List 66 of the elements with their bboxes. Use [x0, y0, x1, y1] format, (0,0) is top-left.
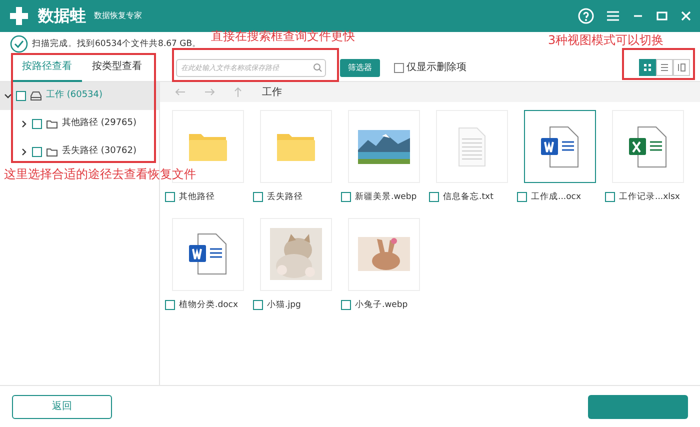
- file-thumbnail[interactable]: [524, 110, 596, 183]
- folder-icon: [188, 132, 228, 162]
- annotation-text: 直接在搜索框查询文件更快: [211, 28, 355, 45]
- tree-item[interactable]: 工作 (60534): [0, 82, 159, 110]
- checkbox[interactable]: [253, 300, 263, 310]
- chevron-down-icon[interactable]: [4, 92, 12, 100]
- checkbox[interactable]: [32, 119, 42, 129]
- text-file-icon: [458, 126, 486, 166]
- excel-document-icon: [628, 126, 668, 168]
- file-name: 工作记录...xlsx: [619, 191, 680, 204]
- checkbox[interactable]: [165, 300, 175, 310]
- chevron-right-icon[interactable]: [20, 148, 28, 156]
- checkbox-label: 仅显示删除项: [406, 61, 466, 75]
- view-mode-button[interactable]: [673, 59, 690, 76]
- checkbox[interactable]: [16, 91, 26, 101]
- help-icon[interactable]: [578, 8, 594, 24]
- check-circle-icon: [10, 35, 28, 53]
- view-mode-button[interactable]: [656, 59, 673, 76]
- list-view-icon: [660, 63, 669, 72]
- search-icon: [313, 63, 322, 72]
- logo-icon: [8, 5, 30, 27]
- detail-view-icon: [677, 63, 686, 72]
- folder-icon: [46, 147, 58, 157]
- view-mode-button[interactable]: [639, 59, 656, 76]
- file-name: 小猫.jpg: [267, 298, 301, 312]
- filter-button[interactable]: 筛选器: [340, 58, 380, 76]
- status-text: 扫描完成。找到60534个文件共8.67 GB。: [32, 38, 202, 50]
- menu-icon[interactable]: [606, 10, 620, 22]
- word-document-icon: [540, 126, 580, 168]
- file-name: 新疆美景.webp: [355, 191, 417, 204]
- app-name: 数据蛙: [38, 5, 86, 27]
- checkbox[interactable]: [253, 192, 263, 202]
- view-tab[interactable]: 按类型查看: [82, 53, 152, 82]
- breadcrumb-text: 工作: [262, 86, 282, 100]
- checkbox[interactable]: [341, 192, 351, 202]
- checkbox[interactable]: [341, 300, 351, 310]
- action-button[interactable]: [588, 394, 688, 418]
- tree-item[interactable]: 丢失路径 (30762): [0, 138, 159, 166]
- maximize-icon[interactable]: [656, 10, 668, 22]
- annotation-text: 这里选择合适的途径去查看恢复文件: [4, 166, 196, 183]
- checkbox[interactable]: [165, 192, 175, 202]
- file-name: 工作成...ocx: [531, 191, 582, 204]
- checkbox[interactable]: [394, 62, 404, 72]
- chevron-right-icon[interactable]: [20, 120, 28, 128]
- file-name: 植物分类.docx: [179, 298, 238, 312]
- tree-label: 工作 (60534): [46, 89, 103, 102]
- folder-icon: [276, 132, 316, 162]
- app-subtitle: 数据恢复专家: [94, 10, 142, 22]
- checkbox[interactable]: [429, 192, 439, 202]
- tree-item[interactable]: 其他路径 (29765): [0, 110, 159, 138]
- folder-icon: [46, 119, 58, 129]
- file-name: 其他路径: [179, 191, 215, 204]
- file-name: 丢失路径: [267, 191, 303, 204]
- grid-view-icon: [643, 63, 652, 72]
- drive-icon: [30, 91, 42, 101]
- word-document-icon: [188, 233, 228, 276]
- checkbox[interactable]: [517, 192, 527, 202]
- checkbox[interactable]: [32, 147, 42, 157]
- file-name: 小兔子.webp: [355, 298, 408, 312]
- annotation-text: 3种视图模式可以切换: [548, 32, 664, 49]
- file-name: 信息备忘.txt: [443, 191, 494, 204]
- tree-label: 丢失路径 (30762): [62, 145, 137, 158]
- checkbox[interactable]: [605, 192, 615, 202]
- tree-label: 其他路径 (29765): [62, 117, 137, 130]
- back-button[interactable]: 返回: [12, 394, 112, 418]
- close-icon[interactable]: [680, 10, 692, 22]
